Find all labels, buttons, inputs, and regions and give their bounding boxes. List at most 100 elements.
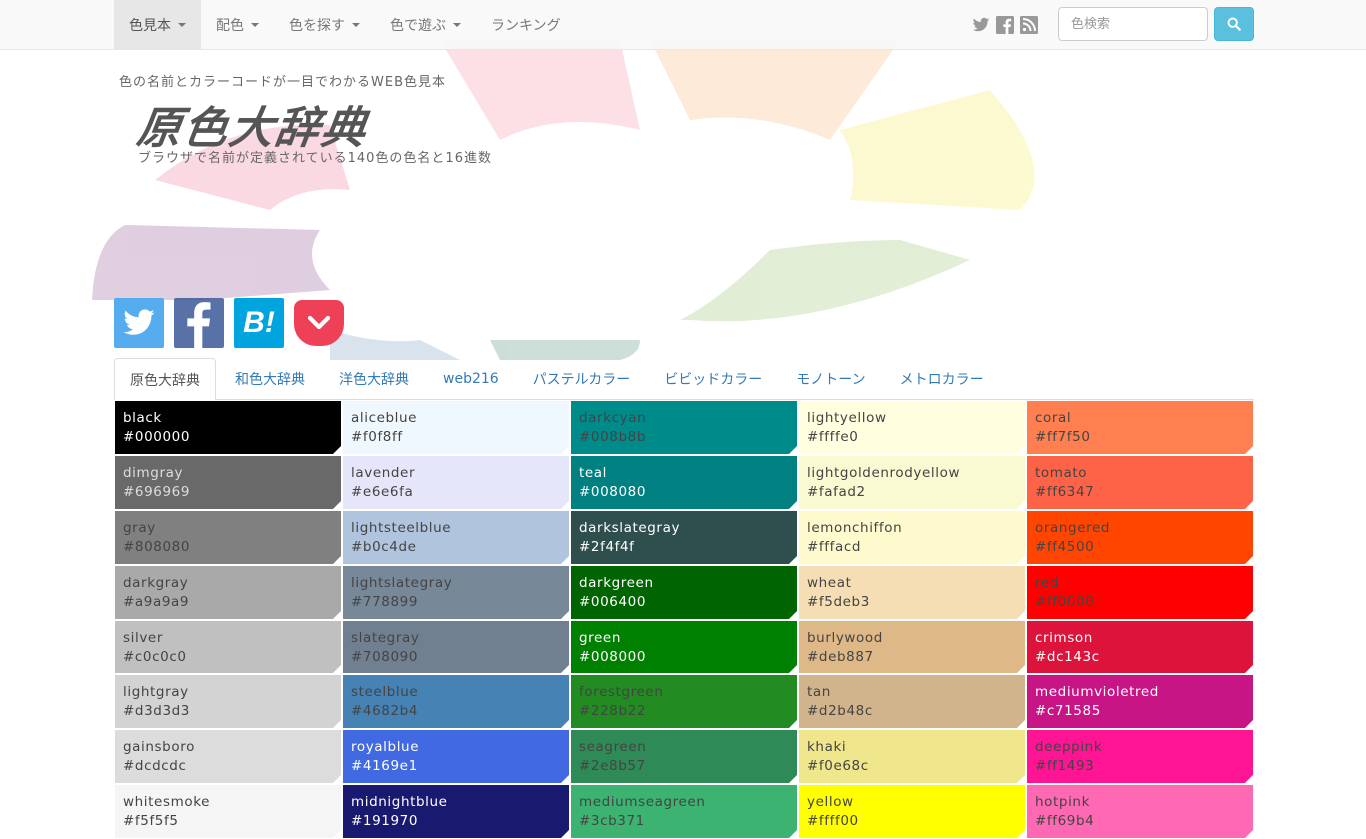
- rss-icon[interactable]: [1020, 15, 1038, 34]
- color-hex-code: #006400: [579, 593, 647, 610]
- pocket-share-button[interactable]: [294, 300, 344, 346]
- color-swatch-hotpink[interactable]: hotpink #ff69b4: [1026, 784, 1254, 839]
- color-swatch-crimson[interactable]: crimson #dc143c: [1026, 619, 1254, 675]
- color-hex-code: #f5deb3: [807, 593, 870, 610]
- color-column: coral #ff7f50 tomato #ff6347 orangered #ff450…: [1026, 400, 1254, 839]
- color-name: slategray: [351, 629, 420, 646]
- color-hex-code: #fafad2: [807, 483, 866, 500]
- color-swatch-mediumvioletred[interactable]: mediumvioletred #c71585: [1026, 674, 1254, 730]
- color-swatch-dimgray[interactable]: dimgray #696969: [114, 454, 342, 510]
- social-links: [972, 0, 1044, 49]
- color-swatch-coral[interactable]: coral #ff7f50: [1026, 400, 1254, 455]
- color-swatch-steelblue[interactable]: steelblue #4682b4: [342, 674, 570, 730]
- color-name: dimgray: [123, 464, 184, 481]
- color-swatch-forestgreen[interactable]: forestgreen #228b22: [570, 674, 798, 730]
- search-icon: [1227, 17, 1241, 31]
- facebook-icon[interactable]: [996, 15, 1014, 34]
- color-swatch-silver[interactable]: silver #c0c0c0: [114, 619, 342, 675]
- color-swatch-darkslategray[interactable]: darkslategray #2f4f4f: [570, 509, 798, 565]
- color-name: lavender: [351, 464, 416, 481]
- color-swatch-lavender[interactable]: lavender #e6e6fa: [342, 454, 570, 510]
- twitter-icon[interactable]: [972, 16, 990, 34]
- color-swatch-darkgray[interactable]: darkgray #a9a9a9: [114, 564, 342, 620]
- tab-7[interactable]: メトロカラー: [885, 358, 999, 400]
- nav-item-label: 色見本: [129, 17, 171, 34]
- color-hex-code: #ff69b4: [1035, 813, 1095, 830]
- color-name: midnightblue: [351, 794, 448, 811]
- tab-4[interactable]: パステルカラー: [518, 358, 646, 400]
- color-swatch-tomato[interactable]: tomato #ff6347: [1026, 454, 1254, 510]
- color-swatch-teal[interactable]: teal #008080: [570, 454, 798, 510]
- color-swatch-lightsteelblue[interactable]: lightsteelblue #b0c4de: [342, 509, 570, 565]
- twitter-share-button[interactable]: [114, 298, 164, 348]
- color-swatch-red[interactable]: red #ff0000: [1026, 564, 1254, 620]
- color-name: crimson: [1035, 629, 1093, 646]
- color-swatch-black[interactable]: black #000000: [114, 400, 342, 455]
- color-name: orangered: [1035, 519, 1111, 536]
- tab-6[interactable]: モノトーン: [781, 358, 880, 400]
- color-grid: black #000000 dimgray #696969 gray #808080 dar…: [114, 400, 1254, 839]
- nav-item-2[interactable]: 色を探す: [274, 0, 375, 49]
- color-swatch-gray[interactable]: gray #808080: [114, 509, 342, 565]
- search-button[interactable]: [1214, 7, 1254, 41]
- color-hex-code: #c0c0c0: [123, 648, 187, 665]
- color-name: royalblue: [351, 739, 420, 756]
- color-hex-code: #4682b4: [351, 703, 419, 720]
- site-subtitle: ブラウザで名前が定義されている140色の色名と16進数: [138, 151, 492, 166]
- color-swatch-darkgreen[interactable]: darkgreen #006400: [570, 564, 798, 620]
- color-name: khaki: [807, 739, 847, 756]
- color-search-input[interactable]: [1058, 7, 1208, 41]
- color-swatch-lightgoldenrodyellow[interactable]: lightgoldenrodyellow #fafad2: [798, 454, 1026, 510]
- tab-5[interactable]: ビビッドカラー: [649, 358, 777, 400]
- color-name: lightgoldenrodyellow: [807, 464, 961, 481]
- color-swatch-seagreen[interactable]: seagreen #2e8b57: [570, 729, 798, 785]
- color-swatch-gainsboro[interactable]: gainsboro #dcdcdc: [114, 729, 342, 785]
- color-name: gray: [123, 519, 156, 536]
- caret-down-icon: [251, 22, 259, 27]
- tab-0[interactable]: 原色大辞典: [114, 358, 216, 401]
- color-swatch-green[interactable]: green #008000: [570, 619, 798, 675]
- color-name: seagreen: [579, 739, 647, 756]
- color-name: gainsboro: [123, 739, 195, 756]
- color-hex-code: #deb887: [807, 648, 874, 665]
- tab-2[interactable]: 洋色大辞典: [324, 358, 424, 400]
- color-swatch-wheat[interactable]: wheat #f5deb3: [798, 564, 1026, 620]
- color-hex-code: #4169e1: [351, 758, 418, 775]
- nav-item-3[interactable]: 色で遊ぶ: [375, 0, 476, 49]
- hatena-bookmark-share-button[interactable]: B!: [234, 298, 284, 348]
- nav-item-4[interactable]: ランキング: [476, 0, 576, 49]
- color-swatch-lightyellow[interactable]: lightyellow #ffffe0: [798, 400, 1026, 455]
- facebook-f-icon: [187, 302, 211, 348]
- color-swatch-darkcyan[interactable]: darkcyan #008b8b: [570, 400, 798, 455]
- color-swatch-khaki[interactable]: khaki #f0e68c: [798, 729, 1026, 785]
- color-column: darkcyan #008b8b teal #008080 darkslategray #…: [570, 400, 798, 839]
- nav-item-0[interactable]: 色見本: [114, 0, 201, 49]
- color-swatch-whitesmoke[interactable]: whitesmoke #f5f5f5: [114, 784, 342, 839]
- tab-1[interactable]: 和色大辞典: [220, 358, 320, 400]
- color-name: teal: [579, 464, 608, 481]
- color-swatch-lightgray[interactable]: lightgray #d3d3d3: [114, 674, 342, 730]
- color-hex-code: #000000: [123, 429, 191, 445]
- color-hex-code: #2e8b57: [579, 758, 646, 775]
- color-swatch-slategray[interactable]: slategray #708090: [342, 619, 570, 675]
- color-name: silver: [123, 629, 163, 646]
- color-swatch-mediumseagreen[interactable]: mediumseagreen #3cb371: [570, 784, 798, 839]
- color-name: forestgreen: [579, 684, 664, 701]
- color-swatch-orangered[interactable]: orangered #ff4500: [1026, 509, 1254, 565]
- color-swatch-burlywood[interactable]: burlywood #deb887: [798, 619, 1026, 675]
- tab-3[interactable]: web216: [428, 358, 514, 400]
- color-name: mediumseagreen: [579, 794, 706, 811]
- facebook-share-button[interactable]: [174, 298, 224, 348]
- color-swatch-yellow[interactable]: yellow #ffff00: [798, 784, 1026, 839]
- color-swatch-lightslategray[interactable]: lightslategray #778899: [342, 564, 570, 620]
- color-swatch-aliceblue[interactable]: aliceblue #f0f8ff: [342, 400, 570, 455]
- color-swatch-deeppink[interactable]: deeppink #ff1493: [1026, 729, 1254, 785]
- nav-item-1[interactable]: 配色: [201, 0, 274, 49]
- color-hex-code: #2f4f4f: [579, 538, 635, 555]
- color-swatch-lemonchiffon[interactable]: lemonchiffon #fffacd: [798, 509, 1026, 565]
- caret-down-icon: [178, 22, 186, 27]
- color-swatch-midnightblue[interactable]: midnightblue #191970: [342, 784, 570, 839]
- color-swatch-tan[interactable]: tan #d2b48c: [798, 674, 1026, 730]
- color-hex-code: #008000: [579, 648, 647, 665]
- color-swatch-royalblue[interactable]: royalblue #4169e1: [342, 729, 570, 785]
